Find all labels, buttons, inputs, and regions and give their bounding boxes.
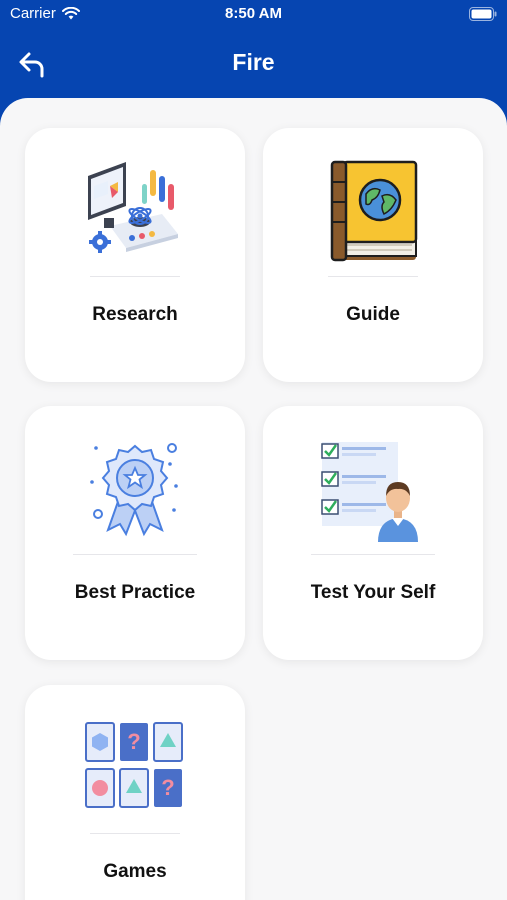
games-label: Games: [103, 861, 167, 882]
status-bar: Carrier 8:50 AM: [0, 0, 507, 30]
checklist-person-icon: [321, 442, 418, 542]
guide-card[interactable]: Guide: [263, 128, 483, 382]
page-title: Fire: [232, 49, 275, 75]
test-your-self-label: Test Your Self: [310, 582, 436, 603]
card-divider: [90, 833, 180, 834]
research-card[interactable]: Research: [25, 128, 245, 382]
content-area: Research Guide Best Practice Test Your S…: [0, 98, 507, 900]
memory-cards-icon: ? ?: [85, 722, 183, 808]
book-globe-icon: [330, 160, 418, 262]
games-card[interactable]: ? ? Games: [25, 685, 245, 900]
card-divider: [328, 276, 418, 277]
test-your-self-card[interactable]: Test Your Self: [263, 406, 483, 660]
card-divider: [73, 554, 197, 555]
best-practice-card[interactable]: Best Practice: [25, 406, 245, 660]
award-badge-icon: [90, 443, 178, 537]
guide-label: Guide: [346, 304, 400, 325]
research-label: Research: [92, 304, 178, 325]
research-icon: [88, 162, 178, 253]
card-divider: [90, 276, 180, 277]
status-time: 8:50 AM: [225, 5, 282, 22]
best-practice-label: Best Practice: [74, 582, 196, 603]
card-divider: [311, 554, 435, 555]
battery-icon: [469, 7, 497, 21]
nav-bar: Fire: [0, 30, 507, 100]
svg-text:?: ?: [127, 729, 140, 754]
svg-text:?: ?: [161, 775, 174, 800]
